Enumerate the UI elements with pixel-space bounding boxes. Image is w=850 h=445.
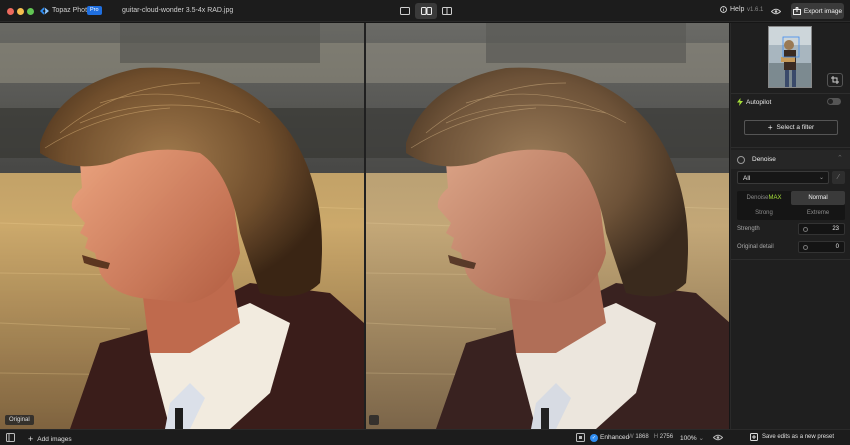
- eye-icon: [771, 8, 781, 14]
- app-name: Topaz Photo: [52, 7, 91, 14]
- close-window-button[interactable]: [7, 8, 14, 15]
- autopilot-toggle[interactable]: [827, 98, 841, 105]
- side-by-side-view-icon: [420, 7, 432, 15]
- navigator: [731, 23, 850, 93]
- denoise-enable-toggle[interactable]: [737, 156, 745, 164]
- plus-icon: +: [767, 123, 773, 132]
- minimize-window-button[interactable]: [17, 8, 24, 15]
- height-label: H: [653, 434, 659, 440]
- original-preview[interactable]: Original: [0, 23, 364, 429]
- bottom-bar: + Add images ✓ Enhanced W 1868 H 2756 10…: [0, 429, 850, 445]
- max-label: MAX: [768, 195, 782, 201]
- preset-icon: [750, 433, 758, 441]
- autopilot-label: Autopilot: [746, 98, 772, 106]
- original-label: Original: [5, 415, 34, 425]
- split-view-button[interactable]: [436, 3, 458, 19]
- model-extreme[interactable]: Extreme: [791, 206, 845, 220]
- detail-dial-icon: [803, 245, 808, 250]
- dropdown-value: All: [743, 175, 751, 182]
- auto-detect-button[interactable]: ⁄: [832, 171, 845, 184]
- model-label: Strong: [755, 210, 773, 216]
- denoise-section-header[interactable]: Denoise ⌃: [731, 150, 850, 169]
- enhanced-tag-icon: [369, 415, 379, 425]
- width-value: 1868: [635, 434, 649, 440]
- plus-icon: +: [28, 434, 34, 444]
- zoom-label: 100%: [680, 435, 697, 442]
- model-denoise-max[interactable]: Denoise MAX: [737, 191, 791, 205]
- add-images-button[interactable]: + Add images: [28, 434, 72, 444]
- model-normal[interactable]: Normal: [791, 191, 845, 205]
- chevron-up-icon[interactable]: ⌃: [837, 154, 843, 162]
- split-view-icon: [442, 7, 452, 15]
- file-name: guitar-cloud-wonder 3.5-4x RAD.jpg: [122, 7, 234, 14]
- compare-icon[interactable]: [576, 433, 585, 442]
- strength-value: 23: [832, 226, 839, 232]
- model-label: Denoise: [746, 195, 769, 201]
- height-value: 2756: [659, 434, 674, 440]
- check-icon[interactable]: ✓: [590, 434, 598, 442]
- strength-dial-icon: [803, 227, 808, 232]
- lightning-icon: [737, 98, 743, 106]
- app-version: v1.6.1: [747, 7, 764, 13]
- original-detail-value: 0: [835, 244, 839, 250]
- zoom-selector[interactable]: 100% ⌄: [680, 434, 704, 442]
- zoom-window-button[interactable]: [27, 8, 34, 15]
- separator: [731, 259, 850, 260]
- strength-label: Strength: [737, 226, 760, 232]
- enhanced-preview[interactable]: [366, 23, 729, 429]
- crop-button[interactable]: [827, 73, 843, 87]
- model-label: Extreme: [806, 210, 830, 216]
- navigator-thumbnail[interactable]: [768, 26, 812, 88]
- model-selector: Denoise MAX Normal Strong Extreme: [737, 191, 845, 220]
- export-label: Export image: [803, 7, 843, 15]
- original-detail-input[interactable]: 0: [798, 241, 845, 253]
- info-icon: [720, 6, 727, 13]
- enhanced-label: Enhanced: [600, 434, 630, 441]
- crop-icon: [831, 76, 839, 84]
- wand-icon: ⁄: [837, 174, 840, 181]
- select-filter-button[interactable]: + Select a filter: [744, 120, 838, 135]
- model-strong[interactable]: Strong: [737, 206, 791, 220]
- side-by-side-view-button[interactable]: [415, 3, 437, 19]
- preview-toggle-button[interactable]: [768, 4, 784, 18]
- chevron-down-icon: ⌄: [818, 175, 824, 181]
- denoise-mode-dropdown[interactable]: All ⌄: [737, 171, 829, 184]
- help-button[interactable]: Help: [720, 6, 744, 13]
- original-detail-label: Original detail: [737, 244, 774, 250]
- right-panel: Autopilot + Select a filter Denoise ⌃ Al…: [730, 23, 850, 429]
- single-view-button[interactable]: [394, 3, 416, 19]
- save-preset-label: Save edits as a new preset: [762, 434, 835, 440]
- image-canvas[interactable]: Original: [0, 23, 729, 429]
- separator: [731, 147, 850, 148]
- sidebar-toggle-icon[interactable]: [6, 433, 15, 442]
- separator: [731, 93, 850, 94]
- strength-input[interactable]: 23: [798, 223, 845, 235]
- original-photo: [0, 23, 364, 429]
- save-preset-button[interactable]: Save edits as a new preset: [750, 429, 834, 445]
- single-view-icon: [400, 7, 410, 15]
- export-icon: [792, 7, 801, 15]
- autopilot-row: Autopilot: [737, 98, 771, 106]
- denoise-title: Denoise: [752, 156, 776, 163]
- enhanced-photo: [366, 23, 729, 429]
- image-dimensions: W 1868 H 2756: [628, 434, 673, 440]
- title-bar: Topaz Photo Pro guitar-cloud-wonder 3.5-…: [0, 0, 850, 22]
- chevron-down-icon: ⌄: [698, 435, 704, 442]
- thumbnail-image: [769, 27, 811, 87]
- eye-icon[interactable]: [713, 433, 723, 442]
- export-image-button[interactable]: Export image: [791, 3, 844, 19]
- pro-badge: Pro: [87, 6, 102, 15]
- topaz-logo-icon: [40, 7, 49, 15]
- width-label: W: [628, 434, 634, 440]
- help-label: Help: [730, 6, 745, 13]
- select-filter-label: Select a filter: [776, 124, 815, 131]
- model-label: Normal: [808, 195, 828, 201]
- add-images-label: Add images: [37, 435, 72, 443]
